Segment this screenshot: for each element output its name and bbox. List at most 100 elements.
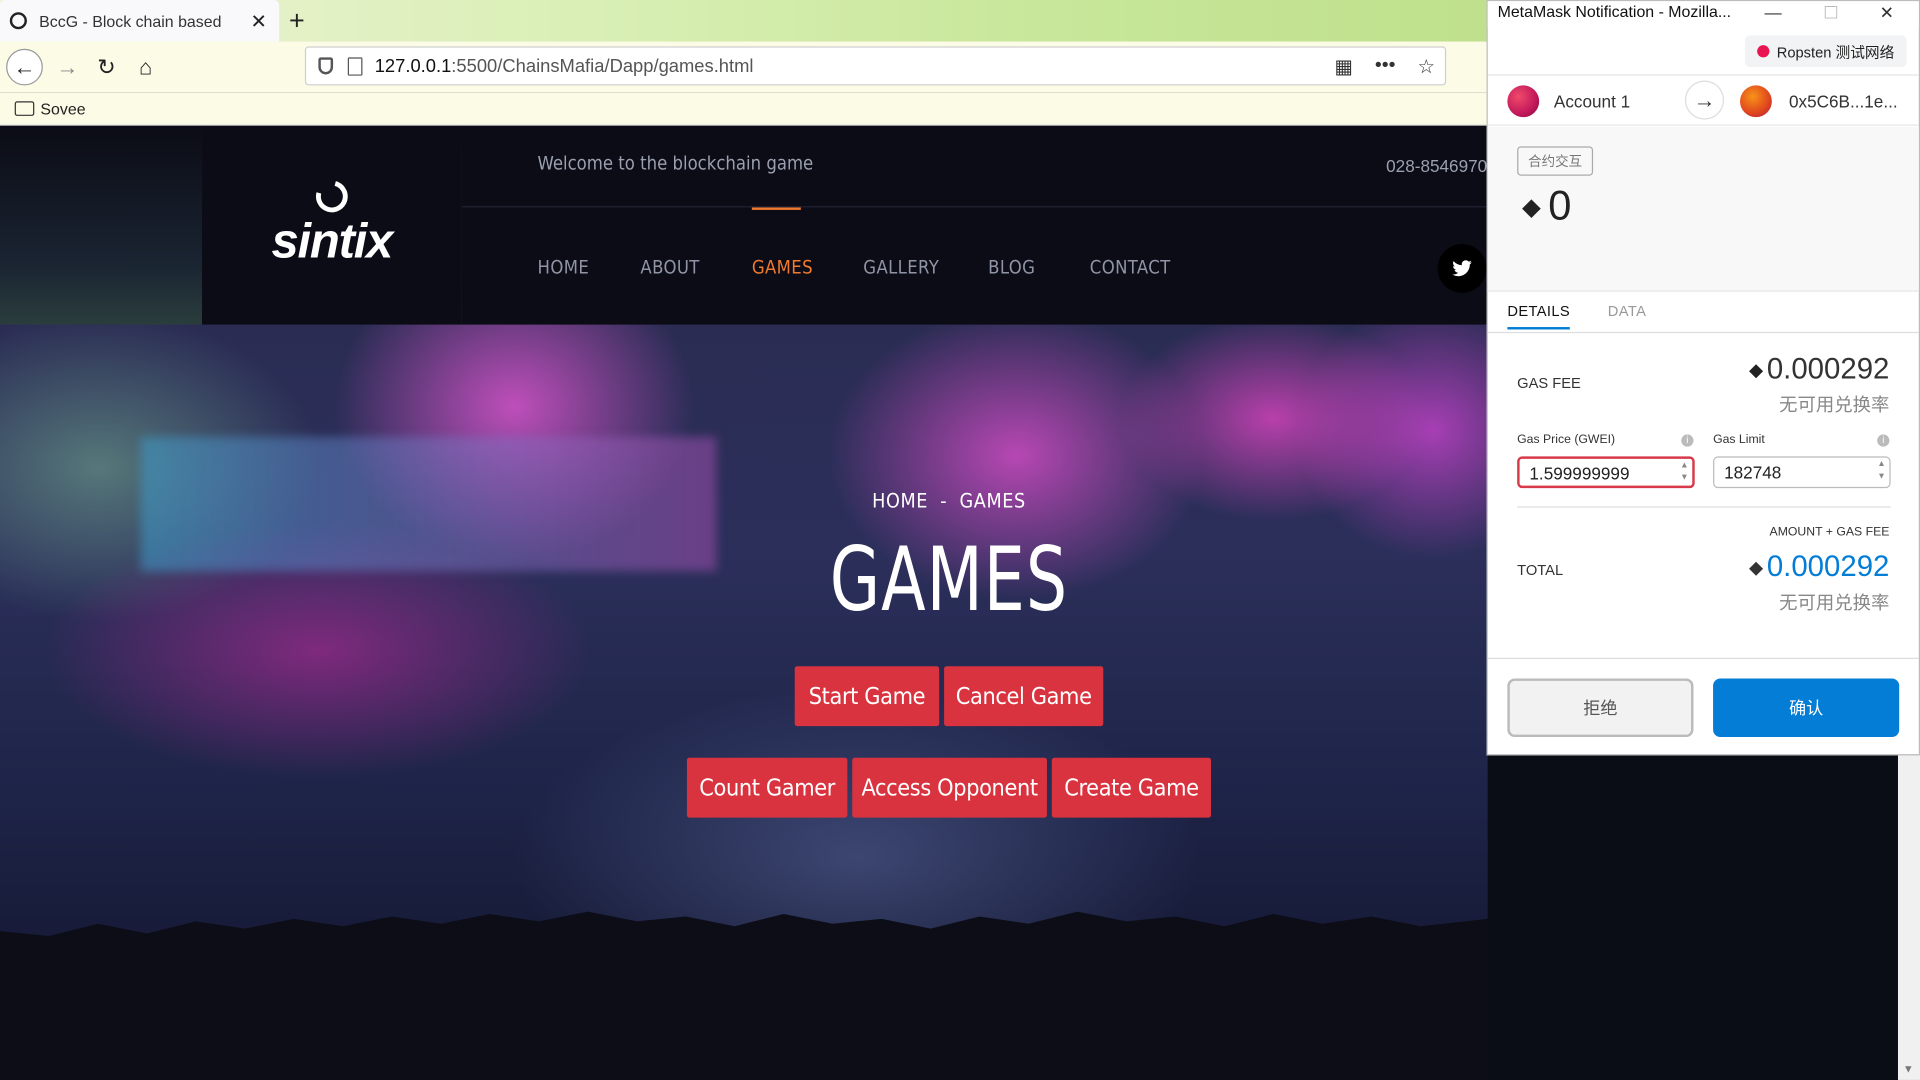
bookmark-star-icon[interactable]: ☆ [1418,55,1436,79]
bookmarks-bar: Sovee [0,92,1488,126]
welcome-text: Welcome to the blockchain game [537,152,814,175]
eth-icon: ◆ [1749,359,1764,381]
eth-icon: ◆ [1749,557,1764,579]
site-favicon-icon [9,12,27,30]
page-info-icon[interactable] [347,56,363,76]
metamask-window-title: MetaMask Notification - Mozilla... [1497,2,1732,21]
address-bar[interactable]: 127.0.0.1:5500/ChainsMafia/Dapp/games.ht… [304,46,1447,86]
minimize-icon[interactable]: — [1765,1,1782,23]
forward-arrow-icon[interactable]: → [49,49,86,86]
tab-data[interactable]: DATA [1608,303,1646,320]
screen: BccG - Block chain based game ✕ + ← → ↻ … [0,0,1920,1080]
network-status-dot [1757,45,1770,58]
total-amount: ◆ 0.000292 [1749,550,1889,584]
total-value: 0.000292 [1766,550,1890,584]
web-page: sintix Welcome to the blockchain game 02… [0,125,1488,1080]
close-tab-icon[interactable]: ✕ [251,10,267,34]
metamask-window-titlebar: MetaMask Notification - Mozilla... — ☐ ✕ [1487,1,1919,29]
tab-details[interactable]: DETAILS [1507,303,1571,330]
logo-mark-icon [310,174,354,219]
create-game-button[interactable]: Create Game [1051,757,1212,818]
menu-contact[interactable]: CONTACT [1090,256,1171,278]
gas-fee-value: 0.000292 [1766,352,1890,386]
phone-number: 028-85469700 [1386,156,1488,176]
home-icon[interactable]: ⌂ [127,49,164,86]
gas-price-input[interactable]: 1.599999999 ▲ ▼ [1517,456,1695,489]
gas-fee-amount: ◆ 0.000292 [1749,353,1889,387]
maximize-icon[interactable]: ☐ [1823,1,1838,23]
total-rate-note: 无可用兑换率 [1779,593,1890,614]
close-window-icon[interactable]: ✕ [1880,1,1894,23]
menu-gallery[interactable]: GALLERY [863,256,939,278]
tracking-shield-icon[interactable] [318,57,334,75]
reload-icon[interactable]: ↻ [88,49,125,86]
breadcrumb-home[interactable]: HOME [872,489,928,512]
from-account-name: Account 1 [1553,91,1631,112]
gas-fee-rate-note: 无可用兑换率 [1779,395,1890,417]
contract-interaction-tag: 合约交互 [1517,146,1594,176]
amount-value: 0 [1548,183,1572,230]
more-actions-icon[interactable]: ••• [1375,55,1396,79]
metamask-popup: MetaMask Notification - Mozilla... — ☐ ✕… [1486,0,1920,756]
back-arrow-icon[interactable]: ← [6,48,43,86]
header-left-strip [0,125,203,325]
cancel-game-button[interactable]: Cancel Game [944,666,1104,727]
transaction-amount: ◆ 0 [1522,183,1571,231]
gas-limit-input[interactable]: 182748 ▲ ▼ [1713,456,1891,489]
menu-home[interactable]: HOME [538,256,590,278]
reject-button[interactable]: 拒绝 [1507,678,1694,738]
transaction-summary: 合约交互 ◆ 0 [1487,126,1919,292]
tab-title: BccG - Block chain based game [39,11,223,30]
scroll-down-icon[interactable]: ▼ [1903,1063,1914,1075]
gas-price-info-icon[interactable]: i [1681,434,1694,447]
browser-tab-bar: BccG - Block chain based game ✕ + [0,0,1488,42]
menu-games[interactable]: GAMES [752,256,813,278]
total-label: TOTAL [1517,561,1564,579]
gas-price-stepper-icon[interactable]: ▲ ▼ [1680,460,1688,484]
details-divider [1517,506,1891,508]
amount-gas-fee-label: AMOUNT + GAS FEE [1769,525,1890,540]
menu-blog[interactable]: BLOG [988,256,1035,278]
start-game-button[interactable]: Start Game [794,666,940,727]
bookmark-folder-sovee[interactable]: Sovee [40,99,85,117]
transfer-arrow-icon: → [1684,80,1725,120]
footer-divider [1487,657,1919,659]
browser-navbar: ← → ↻ ⌂ 127.0.0.1:5500/ChainsMafia/Dapp/… [0,41,1488,93]
access-opponent-button[interactable]: Access Opponent [852,757,1047,818]
gas-price-value: 1.599999999 [1529,463,1630,484]
new-tab-button[interactable]: + [289,5,305,37]
page-title: GAMES [829,528,1069,631]
breadcrumb-separator: - [940,489,948,513]
url-path: :5500/ChainsMafia/Dapp/games.html [451,55,754,77]
menu-active-indicator [751,207,801,210]
gas-price-label: Gas Price (GWEI) [1517,433,1616,447]
breadcrumb: HOME - GAMES [0,489,1488,512]
count-gamer-button[interactable]: Count Gamer [686,757,848,818]
browser-tab[interactable]: BccG - Block chain based game ✕ [0,0,280,42]
gas-limit-stepper-icon[interactable]: ▲ ▼ [1877,459,1885,483]
url-actions: ▦ ••• ☆ [1334,55,1435,79]
hero-bottom-silhouette [0,911,1488,1080]
header-topbar: Welcome to the blockchain game 028-85469… [461,125,1488,208]
network-selector[interactable]: Ropsten 测试网络 [1744,35,1907,68]
account-transfer-row: Account 1 → 0x5C6B...1e... [1487,74,1919,126]
site-logo[interactable]: sintix [202,125,462,325]
eth-icon: ◆ [1522,194,1541,221]
gas-limit-value: 182748 [1724,462,1782,483]
qr-code-icon[interactable]: ▦ [1334,55,1353,79]
logo-text: sintix [271,214,394,269]
confirm-button[interactable]: 确认 [1713,678,1900,738]
metamask-tabs: DETAILS DATA [1487,292,1919,334]
twitter-icon[interactable] [1437,244,1487,293]
menu-about[interactable]: ABOUT [640,256,699,278]
folder-icon [14,101,35,116]
url-host: 127.0.0.1 [374,55,452,77]
main-menu: HOME ABOUT GAMES GALLERY BLOG CONTACT [461,207,1488,325]
to-account-address[interactable]: 0x5C6B...1e... [1789,92,1898,112]
to-account-avatar [1740,85,1772,118]
gas-fee-label: GAS FEE [1517,374,1581,392]
breadcrumb-current: GAMES [959,489,1026,513]
gas-limit-label: Gas Limit [1713,433,1765,447]
page-scrollbar[interactable]: ▼ [1897,755,1920,1080]
gas-limit-info-icon[interactable]: i [1877,434,1890,447]
